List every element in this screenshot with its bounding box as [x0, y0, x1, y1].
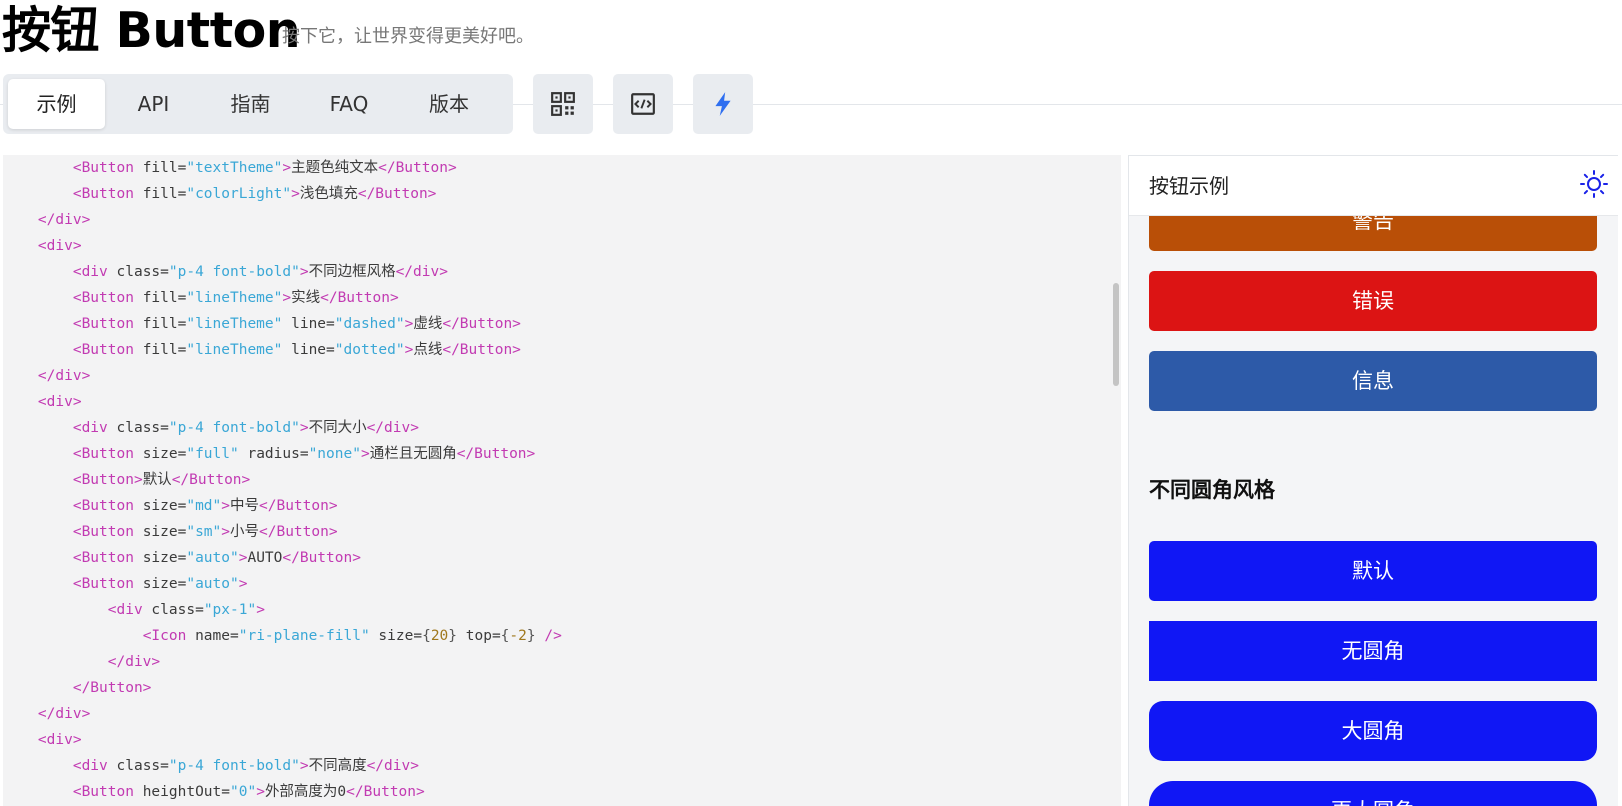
page-header: 按钮 Button 按下它，让世界变得更美好吧。 — [0, 0, 1622, 60]
code-line: <div class="px-1"> — [107, 602, 265, 618]
tab-api[interactable]: API — [105, 79, 202, 129]
code-line: <div class="p-4 font-bold">不同边框风格</div> — [72, 264, 448, 280]
code-scrollbar-track[interactable] — [1113, 155, 1121, 806]
qrcode-button[interactable] — [533, 74, 593, 134]
tab-examples[interactable]: 示例 — [8, 79, 105, 129]
code-line: <div class="p-4 font-bold">不同大小</div> — [72, 420, 419, 436]
code-line: <div> — [37, 238, 82, 254]
info-button[interactable]: 信息 — [1149, 351, 1597, 411]
error-button[interactable]: 错误 — [1149, 271, 1597, 331]
flash-icon — [715, 92, 731, 116]
code-line: <Button heightOut="0">外部高度为0</Button> — [72, 784, 425, 800]
default-radius-button[interactable]: 默认 — [1149, 541, 1597, 601]
code-line: <Button fill="textTheme">主题色纯文本</Button> — [72, 160, 457, 176]
preview-title: 按钮示例 — [1149, 174, 1229, 198]
code-view-button[interactable] — [613, 74, 673, 134]
code-line: <Button fill="lineTheme" line="dashed">虚… — [72, 316, 521, 332]
code-scrollbar-thumb[interactable] — [1113, 283, 1119, 386]
sun-icon[interactable] — [1579, 169, 1609, 199]
code-line: <div> — [37, 732, 82, 748]
qrcode-icon — [551, 92, 575, 116]
tab-guide[interactable]: 指南 — [202, 79, 299, 129]
page-title: 按钮 Button — [2, 2, 301, 59]
code-line: <div class="p-4 font-bold">不同高度</div> — [72, 758, 419, 774]
code-line: </div> — [37, 368, 91, 384]
tab-group: 示例 API 指南 FAQ 版本 — [3, 74, 513, 134]
page-subtitle: 按下它，让世界变得更美好吧。 — [282, 26, 534, 47]
code-line: </div> — [37, 706, 91, 722]
code-line: </Button> — [72, 680, 152, 696]
code-line: <Button fill="colorLight">浅色填充</Button> — [72, 186, 437, 202]
large-radius-button[interactable]: 大圆角 — [1149, 701, 1597, 761]
code-line: <Button fill="lineTheme" line="dotted">点… — [72, 342, 521, 358]
code-view-icon — [631, 93, 655, 115]
code-line: <div> — [37, 394, 82, 410]
code-editor[interactable]: <Button fill="textTheme">主题色纯文本</Button>… — [3, 155, 1115, 806]
preview-panel: 警告 错误 信息 不同圆角风格 默认 无圆角 大圆角 更大圆角 按钮示例 — [1128, 155, 1618, 806]
larger-radius-button[interactable]: 更大圆角 — [1149, 781, 1597, 806]
code-line: <Button fill="lineTheme">实线</Button> — [72, 290, 399, 306]
code-line: <Icon name="ri-plane-fill" size={20} top… — [142, 628, 562, 644]
code-line: </div> — [37, 212, 91, 228]
section-heading-radius: 不同圆角风格 — [1149, 478, 1275, 502]
code-line: <Button size="md">中号</Button> — [72, 498, 338, 514]
tab-versions[interactable]: 版本 — [399, 79, 499, 129]
code-line: <Button size="full" radius="none">通栏且无圆角… — [72, 446, 536, 462]
code-line: <Button size="sm">小号</Button> — [72, 524, 338, 540]
code-line: </div> — [107, 654, 161, 670]
flash-button[interactable] — [693, 74, 753, 134]
code-line: <Button size="auto"> — [72, 576, 248, 592]
code-line: <Button size="auto">AUTO</Button> — [72, 550, 361, 566]
code-line: <Button>默认</Button> — [72, 472, 251, 488]
no-radius-button[interactable]: 无圆角 — [1149, 621, 1597, 681]
tab-faq[interactable]: FAQ — [299, 79, 399, 129]
preview-header: 按钮示例 — [1129, 156, 1618, 216]
